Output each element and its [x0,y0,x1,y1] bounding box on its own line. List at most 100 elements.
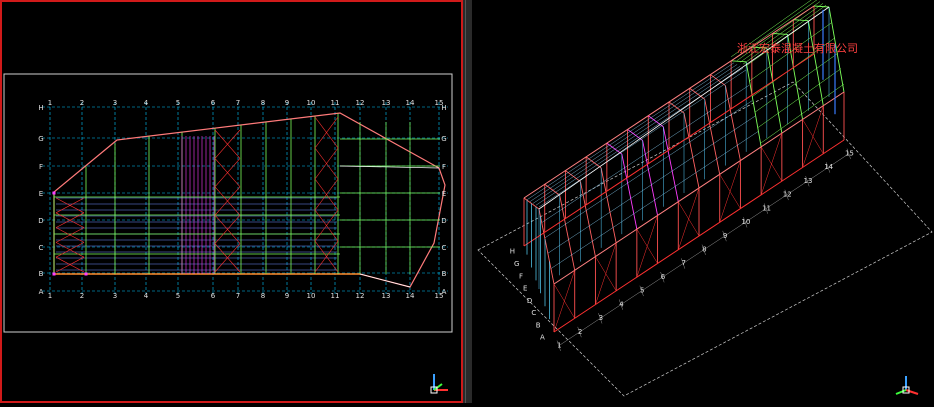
plan-viewport[interactable]: 1 1 2 2 3 3 4 4 5 5 6 6 7 7 8 8 9 9 10 10 11 11 12 12 13 13 14 14 15… [0,0,463,403]
model-column-label: 7 [681,259,685,267]
model-row-label: A [540,334,545,342]
company-name: 浙江宏泰混凝土有限公司 [737,42,858,55]
model-column-label: 8 [702,245,706,253]
wall-brace [678,201,700,237]
wall-brace [719,174,741,209]
row-label-left: H [38,104,43,112]
column-label-top: 6 [211,99,216,107]
rafter [579,181,596,257]
column-node [84,272,88,276]
model-row-label: C [531,309,536,317]
column-label-top: 5 [176,99,180,107]
rafter [621,154,638,230]
column-label-top: 7 [236,99,240,107]
column-label-top: 14 [406,99,415,107]
rafter [648,115,664,128]
column-label-top: 4 [144,99,149,107]
rafter [668,101,685,114]
row-label-left: A [39,288,44,296]
model-column-label: 10 [741,218,750,226]
rafter [724,85,741,161]
row-label-right: F [442,163,446,171]
column-label-top: 8 [261,99,265,107]
ground-boundary [477,81,933,397]
rafter [544,183,560,196]
model-column-label: 14 [824,163,833,171]
rafter [766,48,783,134]
rafter [689,87,705,100]
model-column-label: 5 [640,287,644,295]
row-label-left: G [38,135,43,143]
purlin [754,52,839,113]
rafter [731,60,747,63]
column-label-bottom: 13 [382,292,391,300]
purlin [532,66,741,204]
column-node [52,272,56,276]
column-label-bottom: 6 [211,292,216,300]
rafter [807,20,824,106]
column-label-top: 3 [113,99,117,107]
wall-brace [636,229,658,264]
row-label-left: C [39,244,44,252]
model-column-label: 1 [557,341,561,349]
model-column-label: 3 [599,314,603,322]
column-label-top: 2 [80,99,84,107]
plan-drawing: 1122334455667788991010111112121313141415… [3,73,453,394]
row-label-right: D [441,217,446,225]
purlin [541,85,750,223]
row-label-right: H [441,104,446,112]
column-label-bottom: 2 [80,292,84,300]
wall-brace [553,283,575,319]
column-label-bottom: 12 [356,292,365,300]
ground-plane [477,81,933,397]
model-row-label: G [514,260,519,268]
model-row-label: H [510,248,515,256]
plan-structure [52,112,446,288]
model-row-label: B [536,321,541,329]
column-label-bottom: 10 [307,292,316,300]
row-label-left: E [39,190,43,198]
model-column-label: 6 [661,273,666,281]
model-column-label: 12 [783,191,792,199]
rafter [813,5,830,8]
purlin [526,62,735,200]
wall-brace [802,119,824,154]
model-drawing: 123456789101112131415ABCDEFGH [477,0,933,397]
base-line [523,53,815,247]
viewport-divider[interactable] [463,0,472,403]
row-label-left: D [38,217,43,225]
model-column-label: 9 [723,232,727,240]
ucs-axis-icon-right [895,376,919,395]
rafter [683,112,700,189]
column-label-top: 10 [307,99,316,107]
column-label-bottom: 7 [236,292,240,300]
model-grid-labels: 123456789101112131415ABCDEFGH [510,149,854,349]
wall-brace [760,146,783,182]
rafter [704,99,721,175]
rafter [538,208,555,285]
column-label-top: 1 [48,99,52,107]
model-viewport[interactable]: 1 2 3 4 5 6 7 8 9 10 11 12 13 14 15 A B C D E F G H [472,0,934,403]
rafter [559,195,576,271]
model-row-label: D [527,297,532,305]
column-label-bottom: 14 [406,292,415,300]
column-label-bottom: 9 [285,292,289,300]
column-label-top: 9 [285,99,289,107]
row-label-right: C [442,244,447,252]
purlin [529,64,738,202]
rafter [793,19,809,22]
row-label-right: B [442,270,447,278]
column-label-bottom: 1 [48,292,52,300]
column-label-bottom: 4 [144,292,149,300]
row-label-right: A [442,288,447,296]
rafter [662,126,679,202]
model-column-label: 15 [845,149,854,157]
row-label-left: F [39,163,43,171]
column-node [52,191,56,195]
model-column-label: 11 [762,204,771,212]
column-label-top: 12 [356,99,365,107]
rafter [565,170,581,182]
model-column-label: 13 [804,177,813,185]
column-label-top: 11 [331,99,340,107]
row-label-right: E [442,190,446,198]
